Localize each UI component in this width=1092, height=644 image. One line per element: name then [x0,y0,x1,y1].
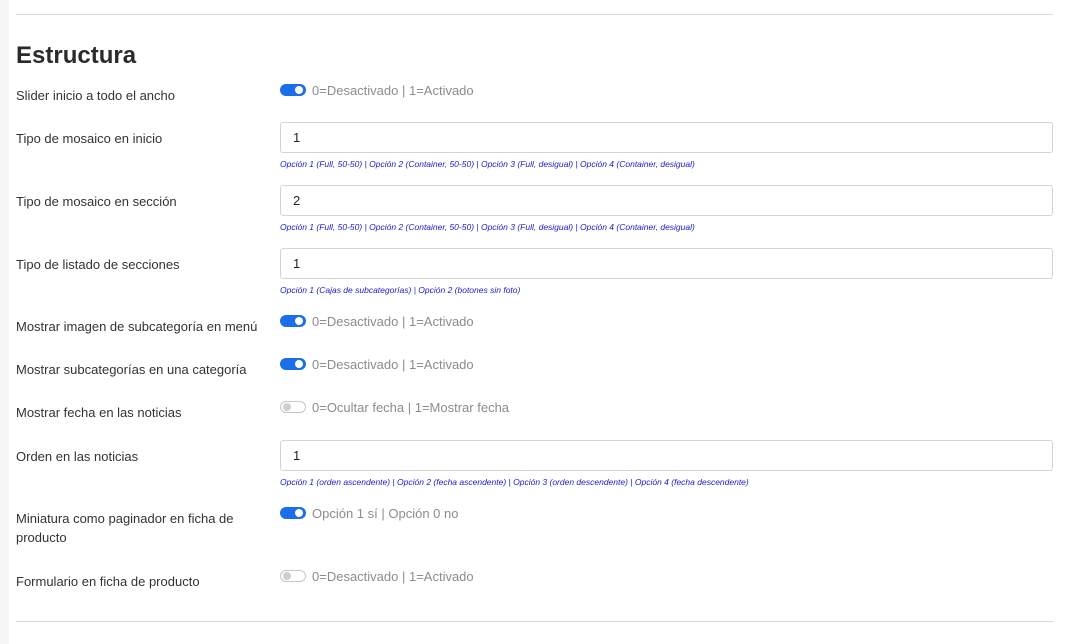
text-input[interactable]: 1 [280,248,1053,279]
field-label: Mostrar imagen de subcategoría en menú [16,319,258,334]
text-input[interactable]: 1 [280,440,1053,471]
field-help-text: Opción 1 (Full, 50-50) | Opción 2 (Conta… [280,159,695,169]
toggle-knob [283,403,291,411]
field-control: 0=Ocultar fecha | 1=Mostrar fecha [280,399,1053,415]
field-control: 0=Desactivado | 1=Activado [280,568,1053,584]
field-control: 0=Desactivado | 1=Activado [280,313,1053,329]
field-label: Formulario en ficha de producto [16,574,200,589]
field-control: Opción 1 sí | Opción 0 no [280,505,1053,521]
field-help-text: Opción 1 (orden ascendente) | Opción 2 (… [280,477,749,487]
toggle-knob [283,572,291,580]
settings-panel: Estructura Slider inicio a todo el ancho… [16,0,1053,644]
divider-bottom [16,621,1053,622]
field-control: 1 Opción 1 (orden ascendente) | Opción 2… [280,440,1053,488]
toggle-knob [295,509,303,517]
toggle-switch[interactable] [280,84,306,96]
field-help-text: Opción 1 (Cajas de subcategorías) | Opci… [280,285,521,295]
field-label: Mostrar subcategorías en una categoría [16,362,247,377]
toggle-hint: 0=Desactivado | 1=Activado [312,313,474,329]
toggle-switch[interactable] [280,315,306,327]
toggle-switch[interactable] [280,401,306,413]
divider-top [16,14,1053,15]
field-control: 0=Desactivado | 1=Activado [280,356,1053,372]
section-title: Estructura [16,42,137,69]
field-label: Tipo de listado de secciones [16,257,180,272]
toggle-hint: 0=Ocultar fecha | 1=Mostrar fecha [312,399,510,415]
toggle-knob [295,360,303,368]
toggle-hint: 0=Desactivado | 1=Activado [312,568,474,584]
text-input[interactable]: 2 [280,185,1053,216]
toggle-switch[interactable] [280,507,306,519]
field-control: 1 Opción 1 (Full, 50-50) | Opción 2 (Con… [280,122,1053,170]
text-input[interactable]: 1 [280,122,1053,153]
toggle-switch[interactable] [280,570,306,582]
field-label: Miniatura como paginador en ficha de pro… [16,511,234,545]
field-control: 2 Opción 1 (Full, 50-50) | Opción 2 (Con… [280,185,1053,233]
field-help-text: Opción 1 (Full, 50-50) | Opción 2 (Conta… [280,222,695,232]
toggle-hint: 0=Desactivado | 1=Activado [312,82,474,98]
field-label: Orden en las noticias [16,449,139,464]
field-control: 1 Opción 1 (Cajas de subcategorías) | Op… [280,248,1053,296]
toggle-knob [295,317,303,325]
toggle-switch[interactable] [280,358,306,370]
left-gutter [0,0,9,644]
toggle-knob [295,86,303,94]
field-label: Mostrar fecha en las noticias [16,405,182,420]
field-label: Tipo de mosaico en sección [16,194,177,209]
toggle-hint: Opción 1 sí | Opción 0 no [312,505,459,521]
toggle-hint: 0=Desactivado | 1=Activado [312,356,474,372]
field-label: Slider inicio a todo el ancho [16,88,175,103]
field-label: Tipo de mosaico en inicio [16,131,163,146]
field-control: 0=Desactivado | 1=Activado [280,82,1053,98]
